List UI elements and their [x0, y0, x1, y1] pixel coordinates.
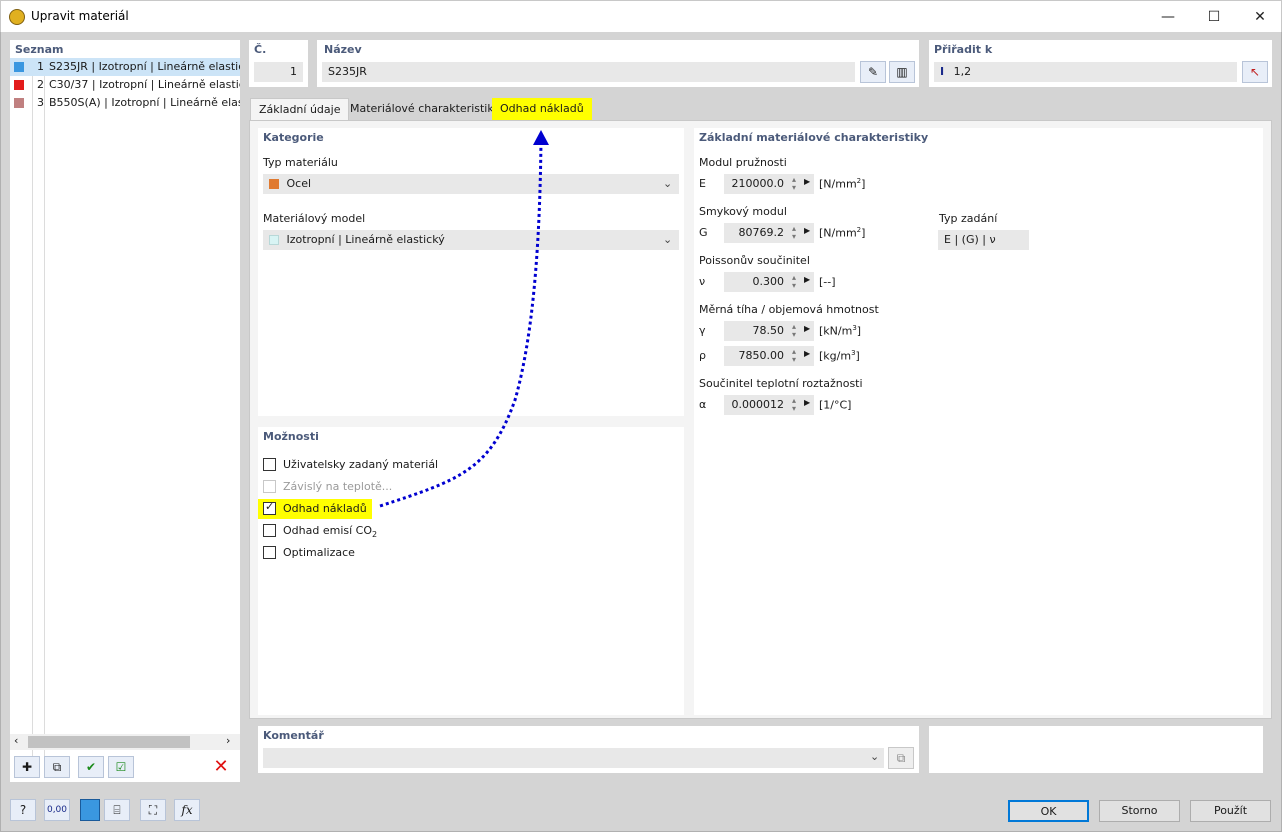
annotation-arrow — [379, 130, 549, 508]
